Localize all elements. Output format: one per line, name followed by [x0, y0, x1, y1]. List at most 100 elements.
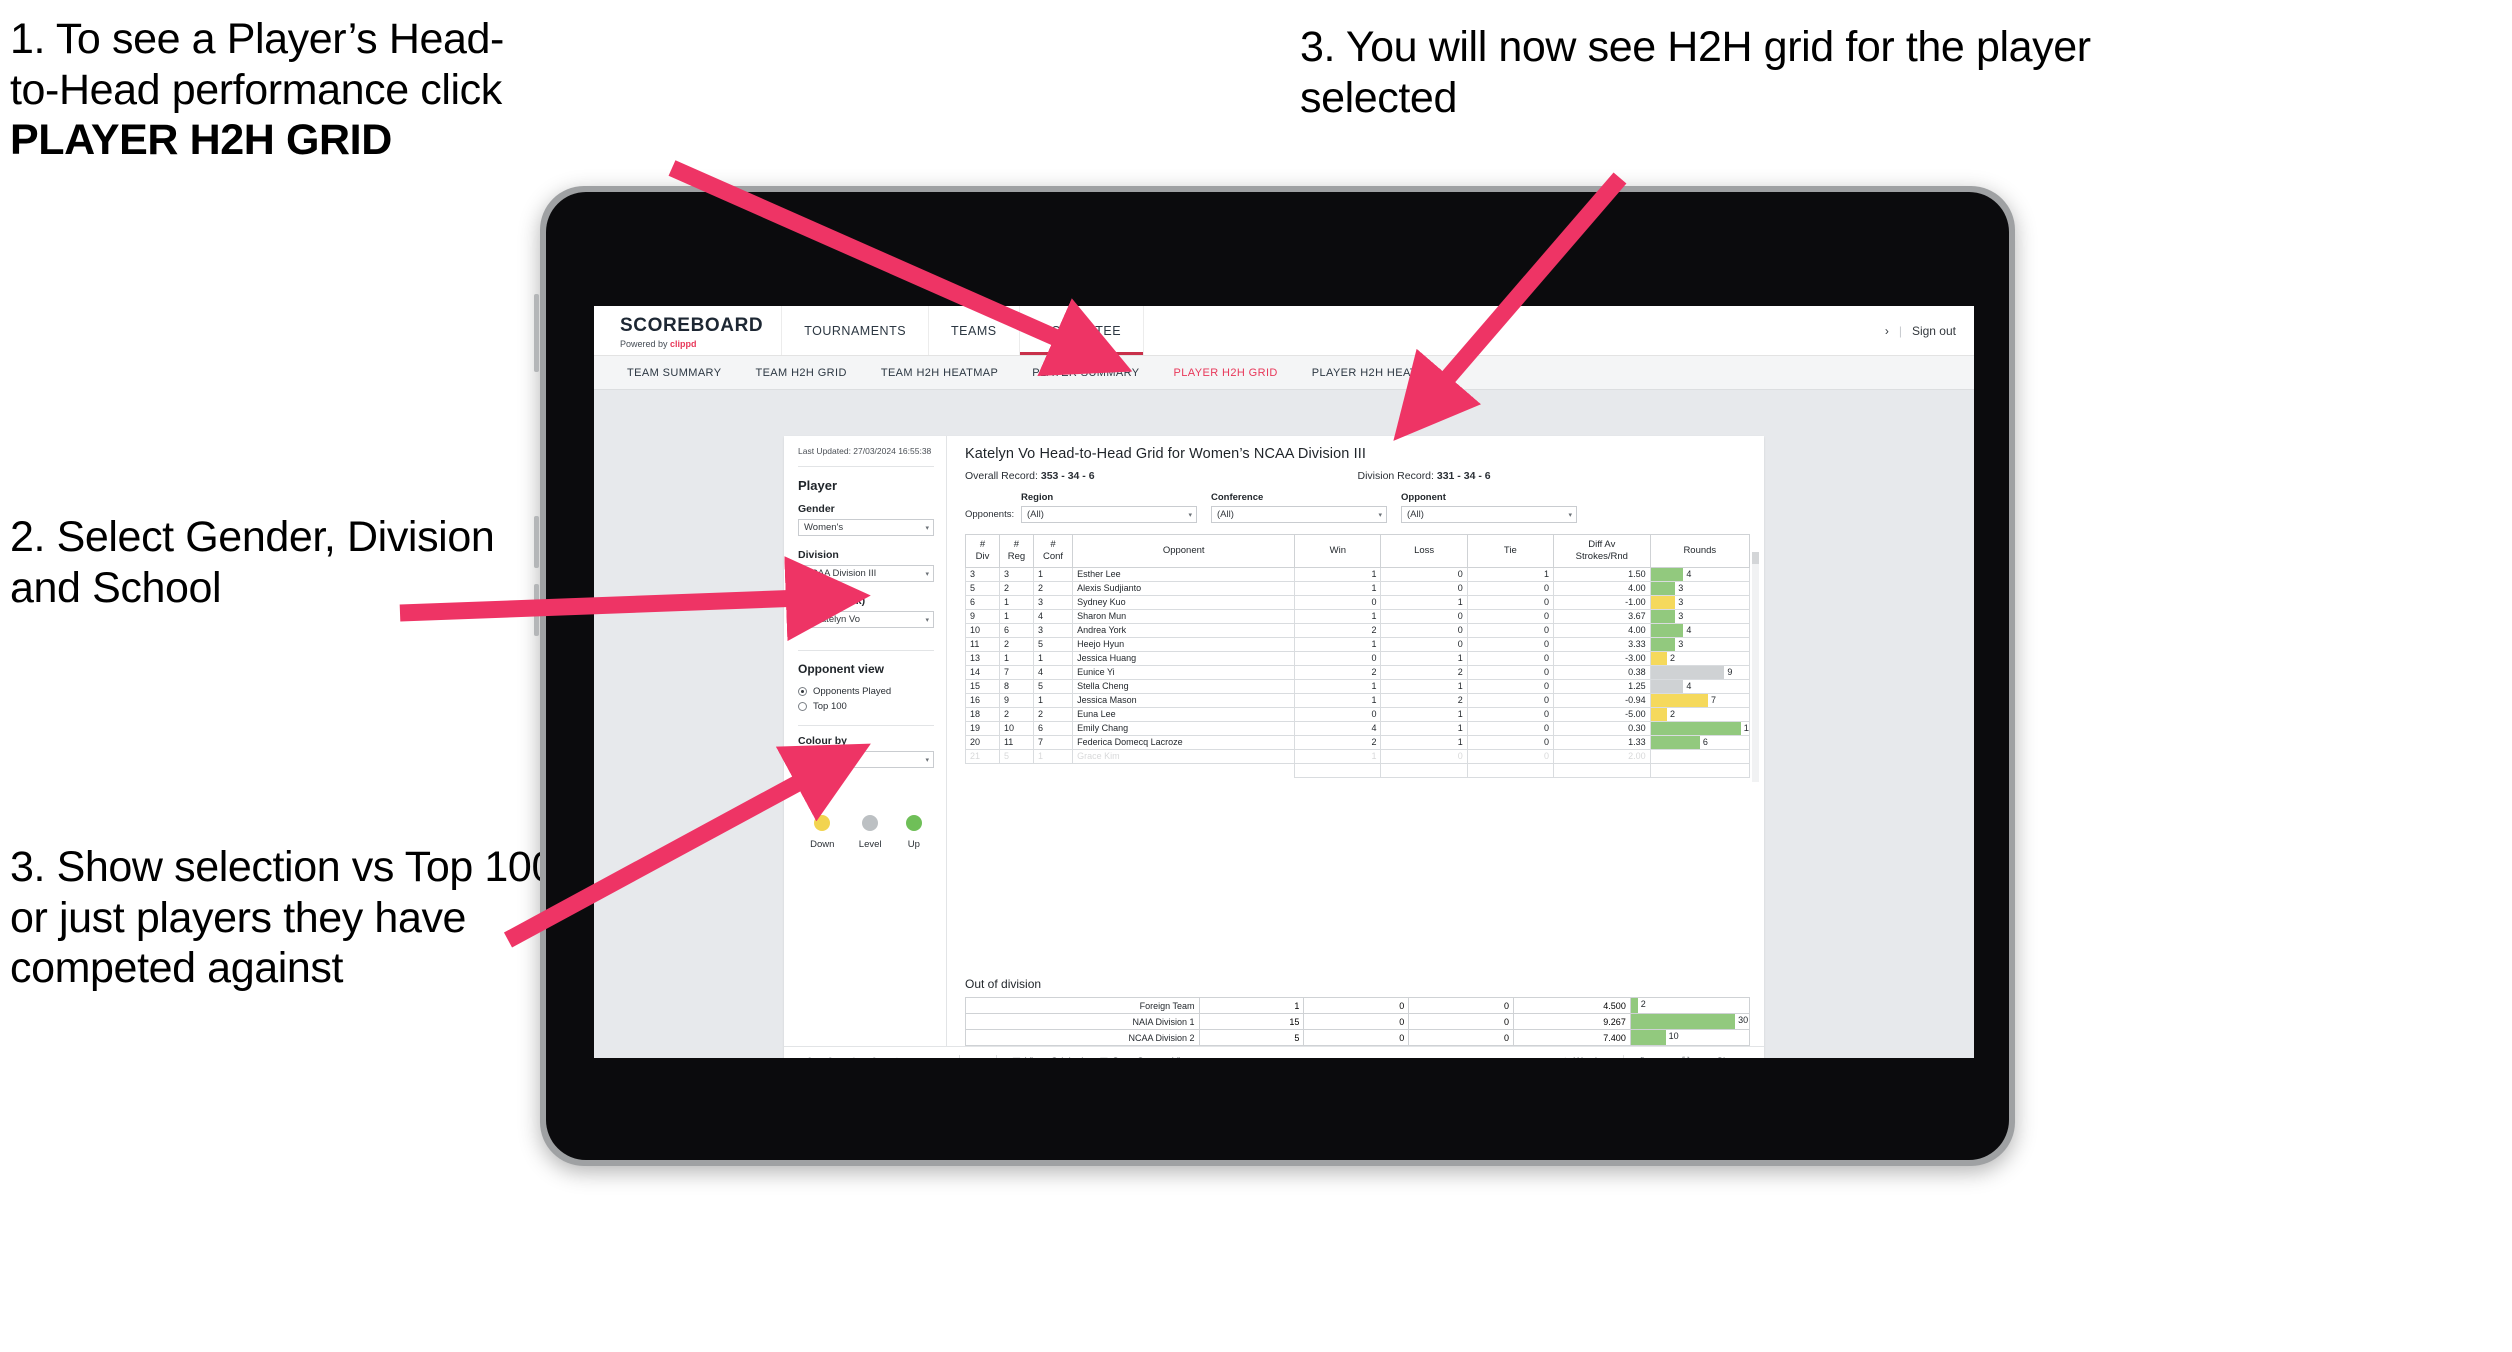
- out-of-division-table: Foreign Team 1 0 0 4.500 2 NAIA Division 1 15 0 0…: [965, 997, 1751, 1046]
- share-label: Share: [1717, 1056, 1742, 1058]
- cell-win: 1: [1294, 636, 1382, 652]
- legend-dot-up-icon: [905, 815, 922, 832]
- cell-ood-tie: 0: [1408, 997, 1515, 1014]
- cell-diff: 1.25: [1552, 678, 1651, 694]
- pause-updates-icon[interactable]: ⊘: [886, 1051, 908, 1058]
- cell-ood-win: 15: [1198, 1013, 1305, 1030]
- tab-player-h2h-heatmap[interactable]: PLAYER H2H HEATMAP: [1295, 367, 1459, 379]
- chevron-down-icon[interactable]: ▾: [930, 1051, 952, 1059]
- out-of-division-row[interactable]: NAIA Division 1 15 0 0 9.267 30: [965, 1013, 1751, 1030]
- cell-diff: -1.00: [1552, 594, 1651, 610]
- share-button[interactable]: ⋖ Share: [1697, 1056, 1750, 1058]
- table-row[interactable]: 5 2 2 Alexis Sudjianto 1 0 0 4.00 3: [965, 580, 1751, 596]
- top-nav-tournaments[interactable]: TOURNAMENTS: [782, 306, 930, 355]
- cell-rounds: 2: [1649, 706, 1751, 722]
- colour-by-filter: Colour by Win/loss ▾: [798, 735, 934, 769]
- table-row[interactable]: 20 11 7 Federica Domecq Lacroze 2 1 0 1.33 6: [965, 734, 1751, 750]
- cell-tie: 0: [1466, 720, 1554, 736]
- radio-top-100[interactable]: Top 100: [798, 701, 934, 712]
- table-row[interactable]: 13 1 1 Jessica Huang 0 1 0 -3.00 2: [965, 650, 1751, 666]
- cell-rounds: 9: [1649, 664, 1751, 680]
- opponent-select[interactable]: (All) ▾: [1401, 506, 1577, 523]
- watch-button[interactable]: ◎ Watch ▾: [1553, 1056, 1615, 1058]
- cell-reg: 1: [998, 650, 1034, 666]
- revert-icon[interactable]: ⟲: [842, 1051, 864, 1058]
- table-row[interactable]: 19106Emily Chang4100.3011: [965, 720, 1751, 736]
- table-row[interactable]: 14 7 4 Eunice Yi 2 2 0 0.38 9: [965, 664, 1751, 680]
- undo-icon[interactable]: ↶: [798, 1051, 820, 1058]
- save-custom-view-button[interactable]: ▥ Save Custom View: [1091, 1056, 1200, 1058]
- table-row[interactable]: 16 9 1 Jessica Mason 1 2 0 -0.94 7: [965, 692, 1751, 708]
- scrollbar-thumb[interactable]: [1752, 552, 1759, 564]
- out-of-division-row[interactable]: NCAA Division 2 5 0 0 7.400 10: [965, 1029, 1751, 1046]
- cell-rounds: 2: [1649, 650, 1751, 666]
- tab-team-summary[interactable]: TEAM SUMMARY: [610, 367, 738, 379]
- cell-div: 13: [965, 650, 1000, 666]
- top-bar-right: › | Sign out: [1885, 306, 1974, 355]
- cell-reg: 3: [998, 566, 1034, 582]
- cell-opponent: Alexis Sudjianto: [1072, 580, 1296, 596]
- division-label: Division: [798, 549, 839, 562]
- report-title: Katelyn Vo Head-to-Head Grid for Women’s…: [965, 446, 1366, 462]
- cell-diff: 3.67: [1552, 608, 1651, 624]
- gender-label: Gender: [798, 503, 835, 516]
- download-icon[interactable]: ⎙: [1631, 1051, 1653, 1058]
- tab-team-h2h-grid[interactable]: TEAM H2H GRID: [738, 367, 863, 379]
- table-row[interactable]: 3 3 1 Esther Lee 1 0 1 1.50 4: [965, 566, 1751, 582]
- gender-select[interactable]: Women's ▾: [798, 519, 934, 537]
- annotation-1-line-1: 1. To see a Player’s Head-: [10, 15, 504, 63]
- division-select[interactable]: NCAA Division III ▾: [798, 565, 934, 583]
- cell-conf: 5: [1032, 636, 1074, 652]
- chevron-right-icon[interactable]: ›: [1885, 324, 1889, 338]
- opponent-label: Opponent: [1401, 492, 1446, 503]
- radio-opponents-played[interactable]: Opponents Played: [798, 686, 934, 697]
- colour-by-select[interactable]: Win/loss ▾: [798, 751, 934, 769]
- cell-reg: 8: [998, 678, 1034, 694]
- cell-div: 15: [965, 678, 1000, 694]
- sidebar-section-opponent-view: Opponent view: [798, 662, 885, 677]
- table-row[interactable]: 6 1 3 Sydney Kuo 0 1 0 -1.00 3: [965, 594, 1751, 610]
- tab-player-h2h-grid[interactable]: PLAYER H2H GRID: [1157, 367, 1295, 379]
- player-rank-select[interactable]: 8. Katelyn Vo ▾: [798, 611, 934, 629]
- filter-sidebar: Last Updated: 27/03/2024 16:55:38 Player…: [784, 436, 947, 1046]
- chevron-down-icon[interactable]: ▾: [1653, 1051, 1675, 1059]
- table-scrollbar[interactable]: [1752, 552, 1759, 782]
- table-row[interactable]: 11 2 5 Heejo Hyun 1 0 0 3.33 3: [965, 636, 1751, 652]
- colour-by-value: Win/loss: [804, 754, 840, 766]
- cell-loss: 0: [1380, 608, 1468, 624]
- annotation-1-line-3: PLAYER H2H GRID: [10, 116, 392, 165]
- cell-ood-loss: 0: [1303, 997, 1410, 1014]
- alert-clock-icon[interactable]: ◔: [967, 1051, 989, 1058]
- top-nav-committee[interactable]: COMMITTEE: [1019, 306, 1145, 355]
- region-select[interactable]: (All) ▾: [1021, 506, 1197, 523]
- highlight-icon[interactable]: ▭: [908, 1051, 930, 1058]
- fullscreen-icon[interactable]: ⛶: [1675, 1051, 1697, 1058]
- tab-player-summary[interactable]: PLAYER SUMMARY: [1015, 367, 1156, 379]
- cell-tie: 0: [1466, 650, 1554, 666]
- cell-rounds: 3: [1649, 636, 1751, 652]
- record-summary: Overall Record: 353 - 34 - 6 Division Re…: [965, 470, 1750, 482]
- cell-loss: 2: [1380, 692, 1468, 708]
- view-original-button[interactable]: ▤ View: Original: [1004, 1056, 1091, 1058]
- tab-team-h2h-heatmap[interactable]: TEAM H2H HEATMAP: [864, 367, 1015, 379]
- refresh-icon[interactable]: ⟳: [864, 1051, 886, 1058]
- table-row[interactable]: 15 8 5 Stella Cheng 1 1 0 1.25 4: [965, 678, 1751, 694]
- table-row[interactable]: 9 1 4 Sharon Mun 1 0 0 3.67 3: [965, 608, 1751, 624]
- conference-select[interactable]: (All) ▾: [1211, 506, 1387, 523]
- region-value: (All): [1027, 509, 1044, 520]
- cell-opponent: Sydney Kuo: [1072, 594, 1296, 610]
- top-nav-teams[interactable]: TEAMS: [929, 306, 1020, 355]
- chevron-down-icon: ▾: [925, 616, 929, 624]
- out-of-division-row[interactable]: Foreign Team 1 0 0 4.500 2: [965, 997, 1751, 1014]
- table-row[interactable]: 18 2 2 Euna Lee 0 1 0 -5.00 2: [965, 706, 1751, 722]
- cell-diff: -3.00: [1552, 650, 1651, 666]
- region-filter: Region (All) ▾: [1021, 492, 1197, 523]
- sign-out-link[interactable]: Sign out: [1912, 324, 1956, 338]
- col-diff-av-strokes: Diff Av Strokes/Rnd: [1552, 534, 1651, 568]
- cell-win: 1: [1294, 692, 1382, 708]
- table-row[interactable]: 10 6 3 Andrea York 2 0 0 4.00 4: [965, 622, 1751, 638]
- cell-conf: 6: [1032, 720, 1074, 736]
- redo-icon[interactable]: ↷: [820, 1051, 842, 1058]
- cell-ood-rounds: 10: [1629, 1029, 1751, 1046]
- cell-ood-name: NCAA Division 2: [965, 1029, 1200, 1046]
